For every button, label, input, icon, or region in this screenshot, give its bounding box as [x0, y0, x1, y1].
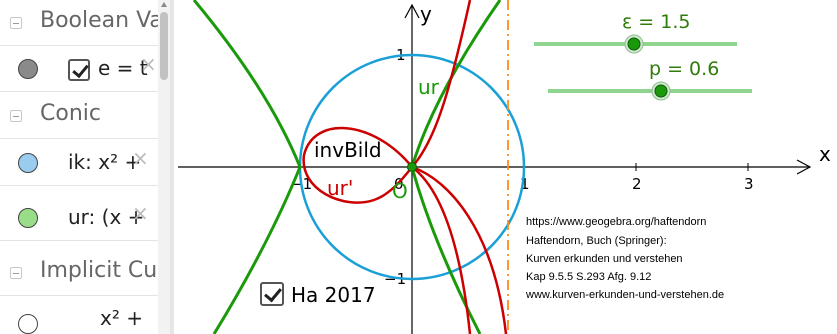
origin-label: O — [392, 179, 408, 203]
info-line: Kap 9.5.5 S.293 Afg. 9.12 — [526, 271, 651, 283]
slider-epsilon-label: ε = 1.5 — [622, 11, 691, 33]
info-line: Haftendorn, Buch (Springer): — [526, 235, 667, 247]
slider-p-handle[interactable] — [654, 84, 668, 98]
curve-ur-prime-branch[interactable] — [411, 165, 508, 334]
collapse-icon[interactable] — [10, 17, 22, 29]
algebra-row-implicit[interactable]: x² + — [0, 300, 158, 334]
label-ur: ur — [418, 75, 440, 99]
origin-point[interactable] — [407, 162, 417, 172]
slider-p-label: p = 0.6 — [649, 58, 719, 80]
scroll-up-icon[interactable] — [161, 2, 167, 7]
info-line: https://www.geogebra.org/haftendorn — [526, 216, 706, 228]
visibility-toggle-icon[interactable] — [18, 153, 38, 173]
delete-icon[interactable]: × — [132, 201, 149, 225]
algebra-row-ik[interactable]: ik: x² + × — [0, 140, 158, 186]
y-axis-label: y — [420, 2, 432, 26]
algebra-expression[interactable]: ik: x² + — [68, 150, 141, 174]
group-header-conic[interactable]: Conic — [0, 93, 158, 139]
info-line: www.kurven-erkunden-und-verstehen.de — [525, 289, 724, 301]
collapse-icon[interactable] — [10, 267, 22, 279]
visibility-toggle-icon[interactable] — [18, 59, 38, 79]
group-title: Boolean Va — [40, 8, 163, 33]
algebra-scrollbar[interactable] — [158, 0, 170, 334]
ha-2017-label[interactable]: Ha 2017 — [291, 283, 376, 307]
algebra-row-ur[interactable]: ur: (x + × — [0, 195, 158, 241]
info-line: Kurven erkunden und verstehen — [526, 253, 683, 265]
algebra-expression[interactable]: x² + — [100, 306, 143, 330]
visibility-toggle-icon[interactable] — [18, 314, 38, 334]
label-ur-prime: ur' — [327, 176, 353, 200]
label-invbild: invBild — [314, 138, 382, 162]
collapse-icon[interactable] — [10, 110, 22, 122]
group-title: Implicit Cu — [40, 258, 158, 283]
scrollbar-thumb[interactable] — [160, 12, 168, 80]
algebra-row-e[interactable]: e = t × — [0, 46, 158, 92]
ha-2017-checkbox[interactable] — [260, 282, 284, 306]
delete-icon[interactable]: × — [140, 52, 157, 76]
group-header-implicit[interactable]: Implicit Cu — [0, 250, 158, 296]
x-axis-label: x — [819, 142, 831, 166]
delete-icon[interactable]: × — [132, 146, 149, 170]
algebra-view: Boolean Va e = t × Conic ik: x² + × ur: … — [0, 0, 172, 334]
slider-epsilon-handle[interactable] — [627, 37, 641, 51]
checkbox-icon[interactable] — [68, 59, 90, 81]
visibility-toggle-icon[interactable] — [18, 208, 38, 228]
group-header-boolean[interactable]: Boolean Va — [0, 0, 163, 46]
group-title: Conic — [40, 101, 101, 126]
tick-label-x: 3 — [744, 175, 754, 193]
tick-label-x: 2 — [632, 175, 642, 193]
